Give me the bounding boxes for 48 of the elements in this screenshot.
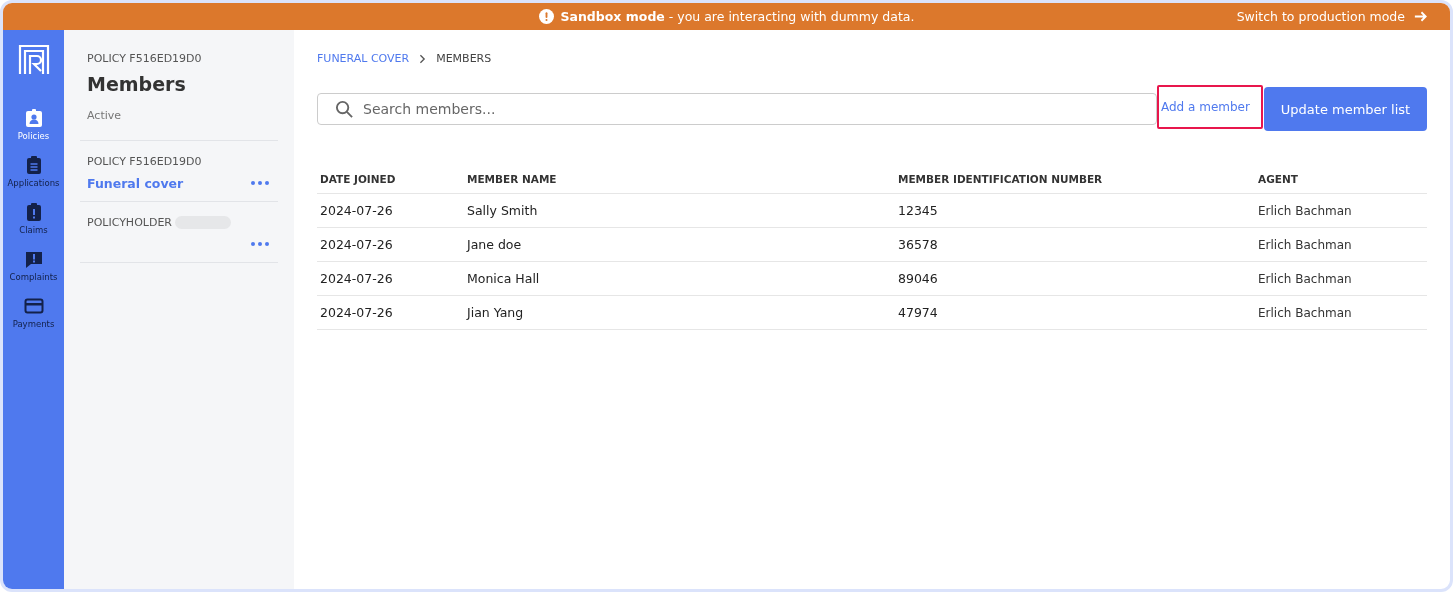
search-field[interactable]: Search members...	[317, 93, 1157, 125]
table-cell: 47974	[898, 305, 938, 320]
table-cell: Sally Smith	[467, 203, 538, 218]
more-icon[interactable]	[251, 181, 269, 185]
table-cell: 36578	[898, 237, 938, 252]
policy-label: POLICY F516ED19D0	[87, 52, 203, 65]
add-member-button[interactable]: Add a member	[1157, 85, 1263, 129]
chevron-right-icon	[419, 53, 427, 64]
table-cell: 2024-07-26	[320, 203, 393, 218]
logo-icon	[17, 44, 50, 76]
policy-link[interactable]: Funeral cover	[87, 175, 184, 191]
exclamation-icon	[538, 9, 554, 24]
table-cell: 12345	[898, 203, 938, 218]
section-label: POLICY F516ED19D0	[87, 155, 202, 168]
search-icon	[335, 100, 354, 119]
status-text: Active	[87, 109, 123, 122]
table-cell: 89046	[898, 271, 938, 286]
nav-item[interactable]: Claims	[3, 202, 64, 235]
breadcrumb-link[interactable]: FUNERAL COVER	[317, 52, 410, 65]
table-cell: Erlich Bachman	[1258, 305, 1352, 320]
table-cell: Jane doe	[467, 237, 522, 252]
nav-item[interactable]: Complaints	[3, 249, 64, 282]
more-icon[interactable]	[251, 242, 269, 246]
switch-mode-link[interactable]: Switch to production mode	[1236, 9, 1428, 24]
column-header: MEMBER NAME	[464, 165, 895, 194]
credit-card-icon	[23, 296, 44, 316]
column-header: AGENT	[1255, 165, 1427, 194]
nav-item[interactable]: Applications	[3, 155, 64, 188]
update-list-button[interactable]: Update member list	[1264, 87, 1427, 131]
page-title: Members	[87, 73, 187, 95]
table-cell: Erlich Bachman	[1258, 271, 1352, 286]
table-cell: Erlich Bachman	[1258, 203, 1352, 218]
nav-item[interactable]: Payments	[3, 296, 64, 329]
arrow-right-icon	[1413, 9, 1428, 24]
table-cell: Monica Hall	[467, 271, 540, 286]
table-cell: Jian Yang	[467, 305, 524, 320]
section-label: POLICYHOLDER	[87, 216, 172, 229]
nav-item[interactable]: Policies	[3, 108, 64, 141]
alert-bubble-icon	[23, 249, 44, 269]
table-cell: 2024-07-26	[320, 271, 393, 286]
table-cell: Erlich Bachman	[1258, 237, 1352, 252]
sandbox-message: Sandbox mode - you are interacting with dummy data.	[560, 9, 915, 24]
table-cell: 2024-07-26	[320, 237, 393, 252]
table-cell: 2024-07-26	[320, 305, 393, 320]
column-header: DATE JOINED	[317, 165, 464, 194]
id-badge-icon	[23, 108, 44, 128]
breadcrumb-current: MEMBERS	[436, 52, 492, 65]
column-header: MEMBER IDENTIFICATION NUMBER	[895, 165, 1255, 194]
